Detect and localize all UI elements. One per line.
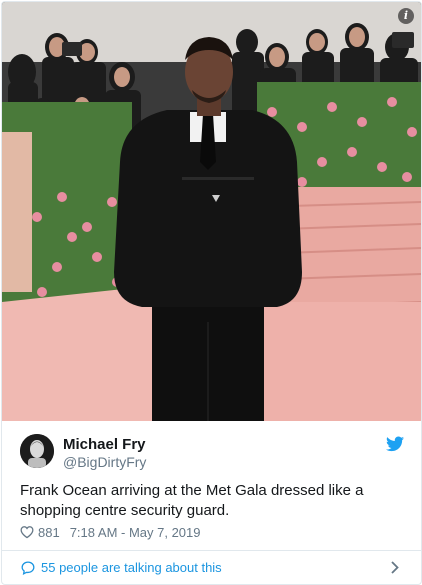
- speech-bubble-icon: [21, 561, 35, 575]
- tweet-photo[interactable]: i: [2, 2, 421, 421]
- like-count[interactable]: 881: [38, 525, 60, 540]
- conversation-label[interactable]: 55 people are talking about this: [41, 560, 222, 575]
- heart-icon[interactable]: [20, 525, 34, 539]
- tweet-text: Frank Ocean arriving at the Met Gala dre…: [20, 482, 364, 519]
- tweet-card[interactable]: i Michael Fry @BigDirtyFry Frank Ocean a…: [1, 1, 422, 585]
- chevron-right-icon[interactable]: [391, 561, 399, 574]
- info-icon[interactable]: i: [398, 8, 414, 24]
- tweet-header: Michael Fry @BigDirtyFry: [20, 434, 404, 474]
- conversation-link[interactable]: 55 people are talking about this: [2, 551, 421, 584]
- author-handle[interactable]: @BigDirtyFry: [63, 454, 146, 470]
- twitter-bird-icon[interactable]: [386, 436, 404, 452]
- photo-image: [2, 2, 421, 421]
- tweet-timestamp[interactable]: 7:18 AM - May 7, 2019: [70, 525, 201, 540]
- tweet-meta: 881 7:18 AM - May 7, 2019: [20, 523, 201, 541]
- author-name[interactable]: Michael Fry: [63, 436, 146, 453]
- avatar[interactable]: [20, 434, 54, 468]
